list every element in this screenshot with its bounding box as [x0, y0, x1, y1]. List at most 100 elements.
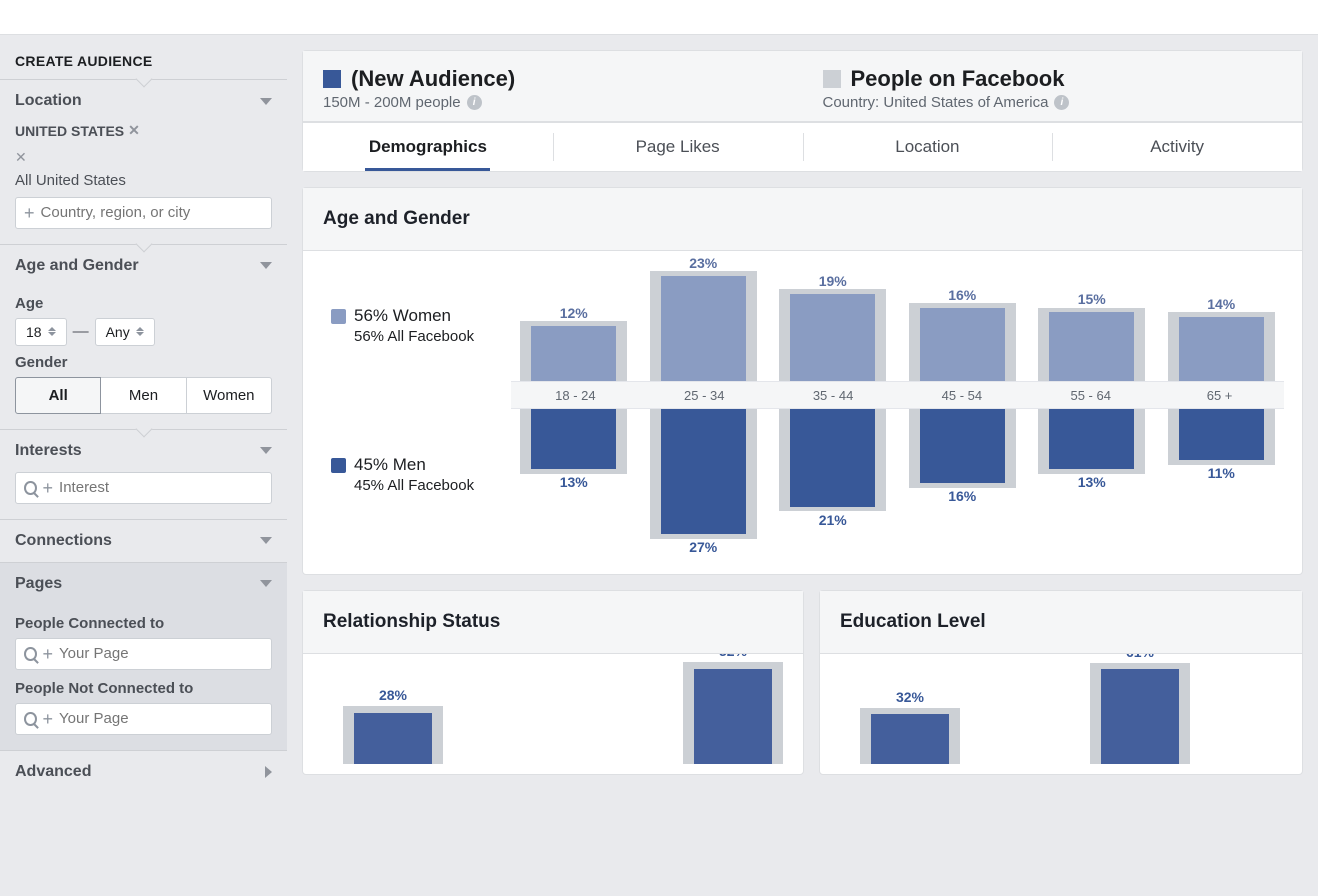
page-not-connected-input[interactable]: [59, 710, 263, 727]
location-all-label: All United States: [15, 172, 272, 189]
age-bucket-men: 21%: [770, 409, 896, 511]
age-bucket-label: 55 - 64: [1026, 382, 1155, 408]
age-to-value: Any: [106, 324, 130, 340]
plus-icon: +: [24, 204, 35, 222]
mini-value-label: 61%: [1126, 654, 1154, 660]
age-label: Age: [15, 295, 272, 312]
gender-buttons: All Men Women: [15, 377, 272, 414]
age-bucket-men: 13%: [1029, 409, 1155, 474]
men-value-label: 21%: [819, 512, 847, 528]
age-bucket-women: 15%: [1029, 308, 1155, 381]
age-bucket-label: 35 - 44: [769, 382, 898, 408]
header-card: (New Audience) 150M - 200M people i Peop…: [302, 50, 1303, 172]
page-connected-input-wrap[interactable]: +: [15, 638, 272, 670]
advanced-heading: Advanced: [15, 763, 91, 781]
clear-sub-icon[interactable]: ✕: [15, 149, 272, 166]
tab-page-likes[interactable]: Page Likes: [553, 123, 803, 171]
women-value-label: 15%: [1078, 291, 1106, 307]
audience-swatch: [323, 70, 341, 88]
dash: —: [73, 323, 89, 341]
men-swatch: [331, 458, 346, 473]
page-not-connected-input-wrap[interactable]: +: [15, 703, 272, 735]
sidebar-section-connections: Connections: [0, 519, 287, 562]
connections-heading: Connections: [15, 532, 112, 550]
age-gender-heading: Age and Gender: [15, 257, 139, 275]
sidebar-section-advanced: Advanced: [0, 750, 287, 793]
tab-activity[interactable]: Activity: [1052, 123, 1302, 171]
plus-icon: +: [43, 645, 54, 663]
stepper-icon: [136, 327, 144, 336]
age-from-value: 18: [26, 324, 42, 340]
search-icon: [24, 647, 37, 661]
age-bucket-label: 65 +: [1155, 382, 1284, 408]
main: (New Audience) 150M - 200M people i Peop…: [287, 35, 1318, 896]
location-input-wrap[interactable]: +: [15, 197, 272, 229]
men-value-label: 13%: [560, 474, 588, 490]
gender-men-button[interactable]: Men: [101, 377, 186, 414]
mini-bar: 52%: [683, 654, 783, 764]
age-gender-card: Age and Gender 56% Women 56% All Faceboo…: [302, 187, 1303, 575]
age-from-select[interactable]: 18: [15, 318, 67, 346]
women-pct-label: 56% Women: [354, 306, 451, 326]
men-ref-label: 45% All Facebook: [354, 477, 511, 494]
location-heading: Location: [15, 92, 82, 110]
sidebar-section-pages: Pages People Connected to + People Not C…: [0, 562, 287, 750]
education-card: Education Level 32% 61%: [819, 590, 1303, 775]
mini-value-label: 52%: [719, 654, 747, 659]
education-title: Education Level: [820, 591, 1302, 653]
search-icon: [24, 712, 37, 726]
chevron-down-icon: [260, 580, 272, 587]
age-bucket-men: 16%: [900, 409, 1026, 488]
age-bucket-label: 45 - 54: [897, 382, 1026, 408]
tab-demographics[interactable]: Demographics: [303, 123, 553, 171]
facebook-swatch: [823, 70, 841, 88]
age-gender-chart: 12% 23% 19% 16%: [511, 251, 1284, 549]
location-input[interactable]: [41, 204, 263, 221]
info-icon[interactable]: i: [467, 95, 482, 110]
stepper-icon: [48, 327, 56, 336]
audience-title: (New Audience): [351, 66, 515, 92]
remove-country-icon[interactable]: ✕: [128, 122, 140, 139]
women-value-label: 16%: [948, 287, 976, 303]
women-value-label: 19%: [819, 273, 847, 289]
chevron-down-icon: [260, 447, 272, 454]
pages-toggle[interactable]: Pages: [0, 563, 287, 605]
sidebar: CREATE AUDIENCE Location UNITED STATES ✕…: [0, 35, 287, 896]
men-value-label: 11%: [1208, 465, 1235, 481]
tab-bar: Demographics Page Likes Location Activit…: [303, 122, 1302, 171]
age-bucket-women: 12%: [511, 321, 637, 381]
advanced-toggle[interactable]: Advanced: [0, 751, 287, 793]
mini-value-label: 32%: [896, 689, 924, 705]
age-bucket-women: 16%: [900, 303, 1026, 381]
age-bucket-men: 11%: [1159, 409, 1285, 465]
info-icon[interactable]: i: [1054, 95, 1069, 110]
age-bucket-women: 19%: [770, 289, 896, 381]
gender-all-button[interactable]: All: [15, 377, 101, 414]
men-value-label: 16%: [948, 488, 976, 504]
age-to-select[interactable]: Any: [95, 318, 155, 346]
chevron-down-icon: [260, 98, 272, 105]
men-value-label: 13%: [1078, 474, 1106, 490]
age-bucket-label: 25 - 34: [640, 382, 769, 408]
audience-header: (New Audience) 150M - 200M people i: [303, 51, 803, 121]
facebook-title: People on Facebook: [851, 66, 1065, 92]
page-connected-input[interactable]: [59, 645, 263, 662]
location-country-label: UNITED STATES: [15, 123, 124, 139]
education-chart: 32% 61%: [820, 654, 1302, 774]
sidebar-section-location: Location UNITED STATES ✕ ✕ All United St…: [0, 79, 287, 244]
women-ref-label: 56% All Facebook: [354, 328, 511, 345]
mini-value-label: 28%: [379, 687, 407, 703]
connections-toggle[interactable]: Connections: [0, 520, 287, 562]
chevron-down-icon: [260, 537, 272, 544]
interest-input[interactable]: [59, 479, 263, 496]
tab-location[interactable]: Location: [803, 123, 1053, 171]
women-swatch: [331, 309, 346, 324]
age-gender-legend: 56% Women 56% All Facebook 45% Men 45% A…: [321, 251, 511, 549]
interest-input-wrap[interactable]: +: [15, 472, 272, 504]
plus-icon: +: [43, 710, 54, 728]
legend-men: 45% Men 45% All Facebook: [331, 455, 511, 494]
gender-women-button[interactable]: Women: [187, 377, 272, 414]
location-country-chip[interactable]: UNITED STATES ✕: [15, 122, 140, 139]
facebook-header: People on Facebook Country: United State…: [803, 51, 1303, 121]
women-value-label: 23%: [689, 255, 717, 271]
